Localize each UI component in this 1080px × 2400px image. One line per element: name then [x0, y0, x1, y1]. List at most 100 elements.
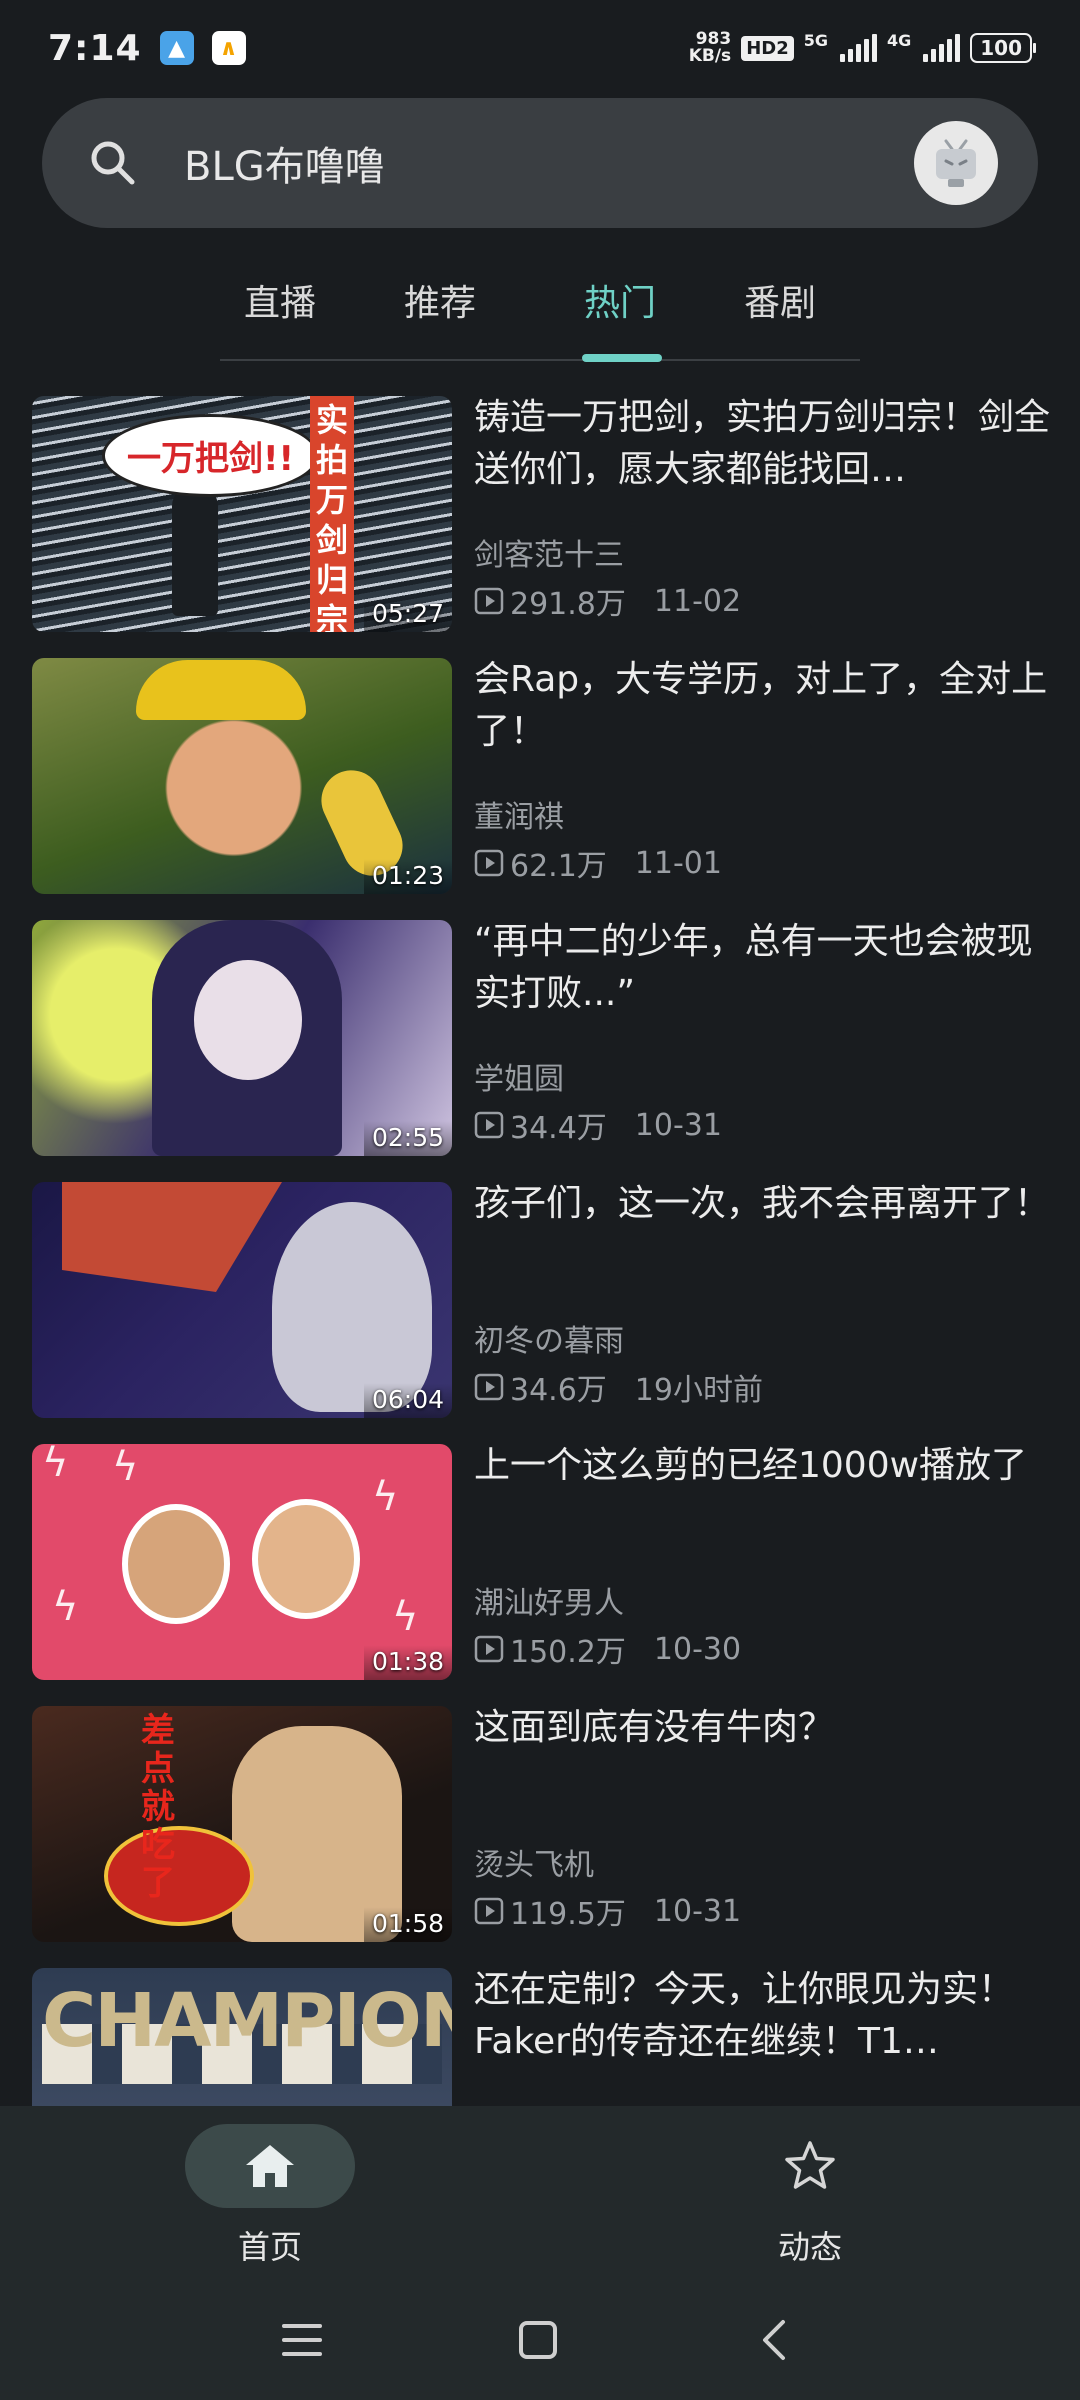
play-count-icon	[474, 1635, 504, 1663]
nav-home[interactable]: 首页	[185, 2124, 355, 2268]
view-count: 34.4万	[510, 1111, 607, 1146]
top-tabs: 直播 推荐 热门 番剧	[220, 262, 860, 362]
video-title[interactable]: 孩子们，这一次，我不会再离开了！	[474, 1178, 1054, 1230]
video-title[interactable]: 这面到底有没有牛肉？	[474, 1702, 1054, 1754]
tab-recommend[interactable]: 推荐	[380, 274, 500, 326]
video-card[interactable]: 06:04 孩子们，这一次，我不会再离开了！ 初冬の暮雨 34.6万 19小时前	[32, 1182, 1062, 1418]
lightning-icon: ϟ	[112, 1444, 139, 1490]
nav-dynamic-iconbox	[725, 2124, 895, 2208]
video-duration: 02:55	[363, 1121, 452, 1156]
menu-icon	[282, 2324, 322, 2356]
video-author[interactable]: 学姐圆	[474, 1054, 564, 1098]
video-card[interactable]: 一万把剑!! 实拍万剑归宗 05:27 铸造一万把剑，实拍万剑归宗！剑全送你们，…	[32, 396, 1062, 632]
video-card[interactable]: ϟ ϟ ϟ ϟ ϟ 01:38 上一个这么剪的已经1000w播放了 潮汕好男人 …	[32, 1444, 1062, 1680]
signal-4g-label: 4G	[886, 31, 912, 50]
status-time: 7:14	[48, 27, 142, 69]
search-bar[interactable]: BLG布噜噜	[42, 98, 1038, 228]
video-author[interactable]: 初冬の暮雨	[474, 1316, 624, 1360]
home-button[interactable]	[508, 2310, 568, 2370]
signal-bars-icon	[839, 34, 877, 62]
signal-5g-label: 5G	[803, 31, 828, 50]
video-card[interactable]: 02:55 “再中二的少年，总有一天也会被现实打败...” 学姐圆 34.4万 …	[32, 920, 1062, 1156]
video-card[interactable]: CHAMPION 还在定制？今天，让你眼见为实！Faker的传奇还在继续！T1…	[32, 1968, 1062, 2106]
nav-home-pill	[185, 2124, 355, 2208]
view-count: 34.6万	[510, 1373, 607, 1408]
video-meta: 291.8万 11-02	[474, 579, 741, 623]
play-count-icon	[474, 587, 504, 615]
video-duration: 05:27	[363, 597, 452, 632]
user-avatar[interactable]	[914, 121, 998, 205]
video-thumbnail[interactable]: CHAMPION	[32, 1968, 452, 2106]
back-button[interactable]	[744, 2310, 804, 2370]
video-title[interactable]: “再中二的少年，总有一天也会被现实打败...”	[474, 916, 1054, 1020]
bottom-navigation: 首页 动态	[0, 2106, 1080, 2280]
tab-live[interactable]: 直播	[220, 274, 340, 326]
hd-voice-badge: HD2	[741, 35, 794, 61]
video-thumbnail[interactable]: 差点就吃了 01:58	[32, 1706, 452, 1942]
tab-anime[interactable]: 番剧	[720, 274, 840, 326]
video-thumbnail[interactable]: ϟ ϟ ϟ ϟ ϟ 01:38	[32, 1444, 452, 1680]
active-tab-indicator	[582, 354, 662, 362]
publish-date: 10-31	[653, 1893, 742, 1929]
battery-indicator: 100	[970, 33, 1036, 63]
gallery-app-icon: ▲	[159, 31, 194, 65]
video-author[interactable]: 剑客范十三	[474, 530, 624, 574]
video-meta: 150.2万 10-30	[474, 1627, 741, 1671]
video-duration: 01:38	[363, 1645, 452, 1680]
video-meta: 34.6万 19小时前	[474, 1365, 763, 1409]
video-feed[interactable]: 一万把剑!! 实拍万剑归宗 05:27 铸造一万把剑，实拍万剑归宗！剑全送你们，…	[0, 396, 1080, 2106]
video-title[interactable]: 上一个这么剪的已经1000w播放了	[474, 1440, 1054, 1492]
video-author[interactable]: 潮汕好男人	[474, 1578, 624, 1622]
video-author[interactable]: 烫头飞机	[474, 1840, 594, 1884]
video-duration: 01:58	[363, 1907, 452, 1942]
video-title[interactable]: 会Rap，大专学历，对上了，全对上了！	[474, 654, 1054, 758]
video-author[interactable]: 董润祺	[474, 792, 564, 836]
status-indicators: 983 KB/s HD2 5G 4G 100	[688, 29, 1036, 66]
video-title[interactable]: 还在定制？今天，让你眼见为实！Faker的传奇还在继续！T1…	[474, 1964, 1054, 2068]
play-count-icon	[474, 1897, 504, 1925]
video-title[interactable]: 铸造一万把剑，实拍万剑归宗！剑全送你们，愿大家都能找回…	[474, 396, 1054, 496]
video-duration: 06:04	[363, 1383, 452, 1418]
thumbnail-face	[194, 960, 302, 1080]
nav-home-label: 首页	[237, 2228, 302, 2266]
system-navigation	[0, 2280, 1080, 2400]
thumbnail-face	[122, 1504, 230, 1624]
video-meta: 119.5万 10-31	[474, 1889, 741, 1933]
tab-popular[interactable]: 热门	[560, 274, 680, 326]
tv-mascot-icon	[936, 139, 976, 187]
star-icon	[785, 2141, 835, 2189]
view-count: 291.8万	[510, 587, 626, 622]
network-speed: 983 KB/s	[688, 29, 732, 66]
thumbnail-caption: CHAMPION	[42, 1978, 452, 2064]
search-input[interactable]: BLG布噜噜	[184, 134, 385, 192]
publish-date: 19小时前	[634, 1373, 763, 1408]
publish-date: 11-01	[634, 845, 722, 881]
thumbnail-vertical-caption: 实拍万剑归宗	[310, 396, 354, 632]
back-chevron-icon	[763, 2320, 785, 2360]
square-icon	[519, 2321, 557, 2359]
thumbnail-cap	[136, 660, 306, 720]
thumbnail-caption: 差点就吃了	[141, 1711, 175, 1903]
nav-dynamic-label: 动态	[777, 2228, 842, 2266]
video-thumbnail[interactable]: 02:55	[32, 920, 452, 1156]
video-meta: 62.1万 11-01	[474, 841, 722, 885]
video-card[interactable]: 01:23 会Rap，大专学历，对上了，全对上了！ 董润祺 62.1万 11-0…	[32, 658, 1062, 894]
video-thumbnail[interactable]: 一万把剑!! 实拍万剑归宗 05:27	[32, 396, 452, 632]
thumbnail-face	[252, 1499, 360, 1619]
publish-date: 10-31	[634, 1107, 722, 1143]
signal-bars-icon	[923, 34, 961, 62]
thumbnail-red-hair	[62, 1182, 282, 1292]
video-thumbnail[interactable]: 06:04	[32, 1182, 452, 1418]
menu-button[interactable]	[272, 2310, 332, 2370]
video-thumbnail[interactable]: 01:23	[32, 658, 452, 894]
video-meta: 34.4万 10-31	[474, 1103, 722, 1147]
publish-date: 10-30	[653, 1631, 742, 1667]
search-icon	[91, 141, 135, 185]
thumbnail-caption: 一万把剑!!	[102, 414, 320, 497]
lightning-icon: ϟ	[52, 1584, 79, 1630]
nav-dynamic[interactable]: 动态	[725, 2124, 895, 2268]
video-card[interactable]: 差点就吃了 01:58 这面到底有没有牛肉？ 烫头飞机 119.5万 10-31	[32, 1706, 1062, 1942]
play-count-icon	[474, 849, 504, 877]
view-count: 119.5万	[510, 1897, 626, 1932]
view-count: 150.2万	[510, 1635, 626, 1670]
